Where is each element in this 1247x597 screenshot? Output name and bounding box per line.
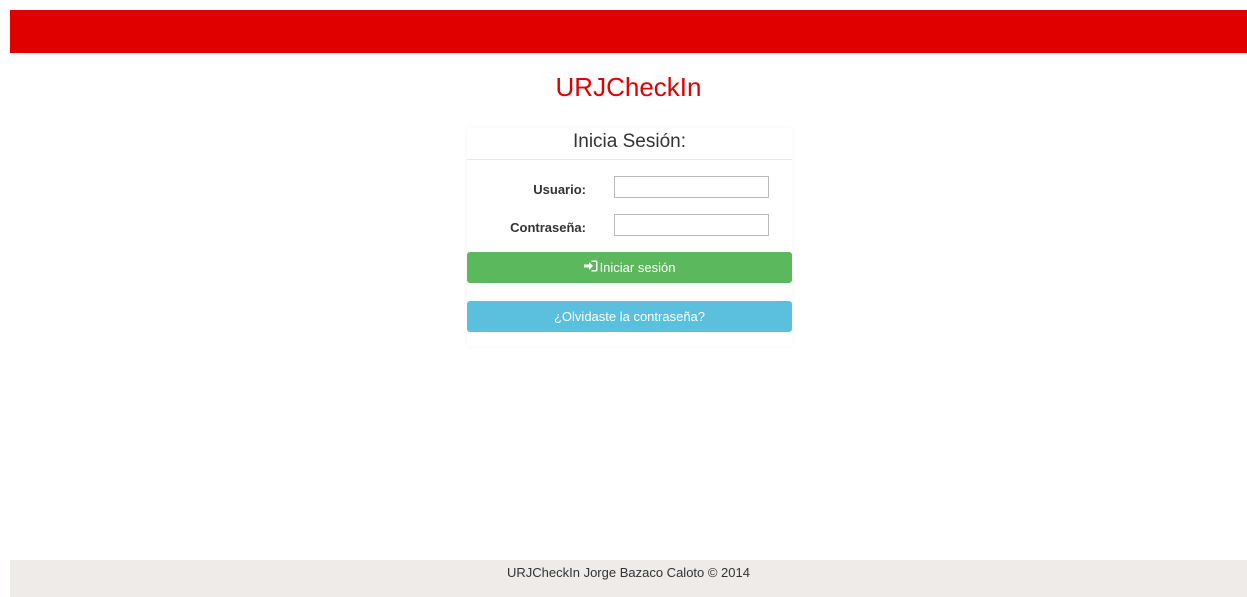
login-panel: Inicia Sesión: Usuario: Contraseña: Inic… xyxy=(467,128,792,346)
app-title: URJCheckIn xyxy=(555,72,702,102)
login-button[interactable]: Iniciar sesión xyxy=(467,252,792,283)
footer: URJCheckIn Jorge Bazaco Caloto © 2014 xyxy=(10,560,1247,597)
password-row: Contraseña: xyxy=(467,214,792,240)
top-navbar xyxy=(10,10,1247,53)
footer-text: URJCheckIn Jorge Bazaco Caloto © 2014 xyxy=(507,565,750,580)
login-heading: Inicia Sesión: xyxy=(467,128,792,160)
username-row: Usuario: xyxy=(467,176,792,202)
password-input[interactable] xyxy=(614,214,769,236)
sign-in-icon xyxy=(583,252,598,283)
forgot-password-button[interactable]: ¿Olvidaste la contraseña? xyxy=(467,301,792,332)
login-button-label: Iniciar sesión xyxy=(599,260,676,275)
password-label: Contraseña: xyxy=(510,220,586,235)
username-label: Usuario: xyxy=(533,182,586,197)
username-input[interactable] xyxy=(614,176,769,198)
